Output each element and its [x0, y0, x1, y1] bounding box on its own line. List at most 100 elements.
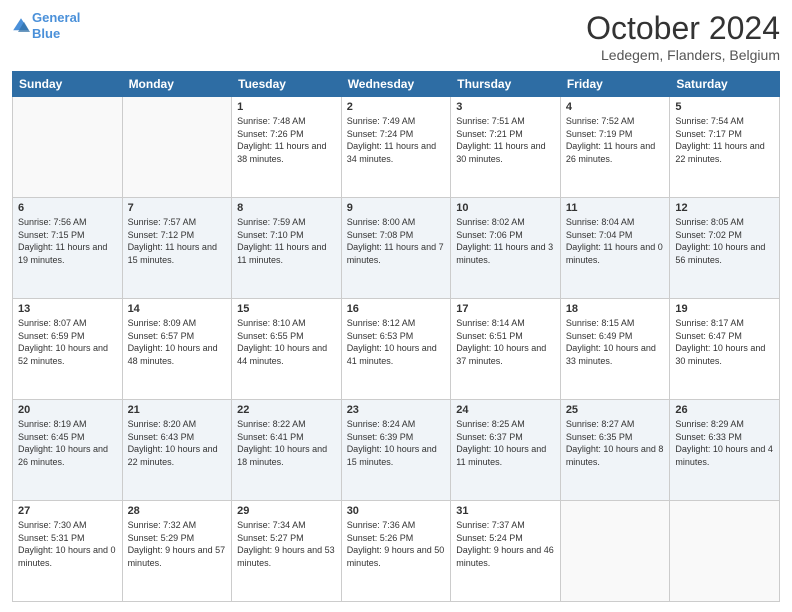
day-info: Sunrise: 8:19 AMSunset: 6:45 PMDaylight:… — [18, 418, 117, 468]
calendar-cell: 30 Sunrise: 7:36 AMSunset: 5:26 PMDayligh… — [341, 501, 451, 602]
col-thursday: Thursday — [451, 72, 561, 97]
calendar-cell: 11 Sunrise: 8:04 AMSunset: 7:04 PMDayligh… — [560, 198, 670, 299]
col-monday: Monday — [122, 72, 232, 97]
day-info: Sunrise: 8:24 AMSunset: 6:39 PMDaylight:… — [347, 418, 446, 468]
calendar-cell: 25 Sunrise: 8:27 AMSunset: 6:35 PMDayligh… — [560, 400, 670, 501]
day-number: 24 — [456, 404, 555, 416]
calendar-cell: 27 Sunrise: 7:30 AMSunset: 5:31 PMDayligh… — [13, 501, 123, 602]
logo-line1: General — [32, 10, 80, 25]
calendar-cell: 1 Sunrise: 7:48 AMSunset: 7:26 PMDaylight… — [232, 97, 342, 198]
day-info: Sunrise: 8:05 AMSunset: 7:02 PMDaylight:… — [675, 216, 774, 266]
month-title: October 2024 — [586, 10, 780, 47]
day-number: 19 — [675, 303, 774, 315]
logo-line2: Blue — [32, 26, 60, 41]
day-info: Sunrise: 8:29 AMSunset: 6:33 PMDaylight:… — [675, 418, 774, 468]
day-number: 14 — [128, 303, 227, 315]
day-info: Sunrise: 7:59 AMSunset: 7:10 PMDaylight:… — [237, 216, 336, 266]
day-number: 18 — [566, 303, 665, 315]
col-wednesday: Wednesday — [341, 72, 451, 97]
day-info: Sunrise: 7:51 AMSunset: 7:21 PMDaylight:… — [456, 115, 555, 165]
calendar-week-3: 20 Sunrise: 8:19 AMSunset: 6:45 PMDayligh… — [13, 400, 780, 501]
calendar-cell: 22 Sunrise: 8:22 AMSunset: 6:41 PMDayligh… — [232, 400, 342, 501]
calendar-cell: 3 Sunrise: 7:51 AMSunset: 7:21 PMDaylight… — [451, 97, 561, 198]
header-row: Sunday Monday Tuesday Wednesday Thursday… — [13, 72, 780, 97]
day-info: Sunrise: 7:48 AMSunset: 7:26 PMDaylight:… — [237, 115, 336, 165]
calendar-cell: 16Sunrise: 8:12 AMSunset: 6:53 PMDayligh… — [341, 299, 451, 400]
calendar-cell: 12 Sunrise: 8:05 AMSunset: 7:02 PMDayligh… — [670, 198, 780, 299]
calendar-cell: 21Sunrise: 8:20 AMSunset: 6:43 PMDayligh… — [122, 400, 232, 501]
calendar-cell: 13 Sunrise: 8:07 AMSunset: 6:59 PMDayligh… — [13, 299, 123, 400]
calendar-cell: 4 Sunrise: 7:52 AMSunset: 7:19 PMDaylight… — [560, 97, 670, 198]
day-number: 8 — [237, 202, 336, 214]
day-info: Sunrise: 7:30 AMSunset: 5:31 PMDaylight:… — [18, 519, 117, 569]
day-info: Sunrise: 8:04 AMSunset: 7:04 PMDaylight:… — [566, 216, 665, 266]
location: Ledegem, Flanders, Belgium — [586, 47, 780, 63]
page: General Blue October 2024 Ledegem, Fland… — [0, 0, 792, 612]
day-number: 12 — [675, 202, 774, 214]
day-info: Sunrise: 7:56 AMSunset: 7:15 PMDaylight:… — [18, 216, 117, 266]
day-info: Sunrise: 8:07 AMSunset: 6:59 PMDaylight:… — [18, 317, 117, 367]
day-number: 17 — [456, 303, 555, 315]
calendar-cell: 31 Sunrise: 7:37 AMSunset: 5:24 PMDayligh… — [451, 501, 561, 602]
day-info: Sunrise: 8:15 AMSunset: 6:49 PMDaylight:… — [566, 317, 665, 367]
day-number: 3 — [456, 101, 555, 113]
day-info: Sunrise: 8:10 AMSunset: 6:55 PMDaylight:… — [237, 317, 336, 367]
day-info: Sunrise: 8:00 AMSunset: 7:08 PMDaylight:… — [347, 216, 446, 266]
calendar-cell: 29 Sunrise: 7:34 AMSunset: 5:27 PMDayligh… — [232, 501, 342, 602]
day-number: 1 — [237, 101, 336, 113]
day-number: 25 — [566, 404, 665, 416]
day-info: Sunrise: 7:37 AMSunset: 5:24 PMDaylight:… — [456, 519, 555, 569]
calendar-cell: 24 Sunrise: 8:25 AMSunset: 6:37 PMDayligh… — [451, 400, 561, 501]
day-number: 13 — [18, 303, 117, 315]
day-number: 4 — [566, 101, 665, 113]
calendar-table: Sunday Monday Tuesday Wednesday Thursday… — [12, 71, 780, 602]
day-number: 27 — [18, 505, 117, 517]
day-info: Sunrise: 7:52 AMSunset: 7:19 PMDaylight:… — [566, 115, 665, 165]
day-info: Sunrise: 8:14 AMSunset: 6:51 PMDaylight:… — [456, 317, 555, 367]
day-number: 29 — [237, 505, 336, 517]
calendar-cell: 2 Sunrise: 7:49 AMSunset: 7:24 PMDaylight… — [341, 97, 451, 198]
day-info: Sunrise: 8:27 AMSunset: 6:35 PMDaylight:… — [566, 418, 665, 468]
calendar-cell: 28Sunrise: 7:32 AMSunset: 5:29 PMDayligh… — [122, 501, 232, 602]
day-number: 7 — [128, 202, 227, 214]
calendar-cell: 9Sunrise: 8:00 AMSunset: 7:08 PMDaylight… — [341, 198, 451, 299]
calendar-cell: 6Sunrise: 7:56 AMSunset: 7:15 PMDaylight… — [13, 198, 123, 299]
day-info: Sunrise: 8:22 AMSunset: 6:41 PMDaylight:… — [237, 418, 336, 468]
day-number: 16 — [347, 303, 446, 315]
calendar-cell: 19 Sunrise: 8:17 AMSunset: 6:47 PMDayligh… — [670, 299, 780, 400]
calendar-week-1: 6Sunrise: 7:56 AMSunset: 7:15 PMDaylight… — [13, 198, 780, 299]
calendar-week-4: 27 Sunrise: 7:30 AMSunset: 5:31 PMDayligh… — [13, 501, 780, 602]
day-number: 26 — [675, 404, 774, 416]
calendar-cell: 8 Sunrise: 7:59 AMSunset: 7:10 PMDaylight… — [232, 198, 342, 299]
calendar-cell: 17 Sunrise: 8:14 AMSunset: 6:51 PMDayligh… — [451, 299, 561, 400]
day-info: Sunrise: 7:49 AMSunset: 7:24 PMDaylight:… — [347, 115, 446, 165]
calendar-week-2: 13 Sunrise: 8:07 AMSunset: 6:59 PMDayligh… — [13, 299, 780, 400]
calendar-cell — [560, 501, 670, 602]
day-info: Sunrise: 8:02 AMSunset: 7:06 PMDaylight:… — [456, 216, 555, 266]
day-number: 15 — [237, 303, 336, 315]
col-friday: Friday — [560, 72, 670, 97]
day-number: 11 — [566, 202, 665, 214]
day-info: Sunrise: 7:57 AMSunset: 7:12 PMDaylight:… — [128, 216, 227, 266]
calendar-cell — [13, 97, 123, 198]
calendar-cell: 7 Sunrise: 7:57 AMSunset: 7:12 PMDaylight… — [122, 198, 232, 299]
day-info: Sunrise: 8:17 AMSunset: 6:47 PMDaylight:… — [675, 317, 774, 367]
logo-text: General Blue — [32, 10, 80, 41]
header: General Blue October 2024 Ledegem, Fland… — [12, 10, 780, 63]
calendar-cell: 5Sunrise: 7:54 AMSunset: 7:17 PMDaylight… — [670, 97, 780, 198]
day-info: Sunrise: 7:34 AMSunset: 5:27 PMDaylight:… — [237, 519, 336, 569]
day-number: 10 — [456, 202, 555, 214]
calendar-cell: 26 Sunrise: 8:29 AMSunset: 6:33 PMDayligh… — [670, 400, 780, 501]
day-number: 28 — [128, 505, 227, 517]
calendar-week-0: 1 Sunrise: 7:48 AMSunset: 7:26 PMDaylight… — [13, 97, 780, 198]
day-number: 30 — [347, 505, 446, 517]
day-number: 31 — [456, 505, 555, 517]
day-info: Sunrise: 8:25 AMSunset: 6:37 PMDaylight:… — [456, 418, 555, 468]
day-number: 2 — [347, 101, 446, 113]
day-info: Sunrise: 7:36 AMSunset: 5:26 PMDaylight:… — [347, 519, 446, 569]
day-number: 20 — [18, 404, 117, 416]
day-number: 22 — [237, 404, 336, 416]
day-number: 23 — [347, 404, 446, 416]
calendar-cell: 15 Sunrise: 8:10 AMSunset: 6:55 PMDayligh… — [232, 299, 342, 400]
calendar-cell: 14Sunrise: 8:09 AMSunset: 6:57 PMDayligh… — [122, 299, 232, 400]
